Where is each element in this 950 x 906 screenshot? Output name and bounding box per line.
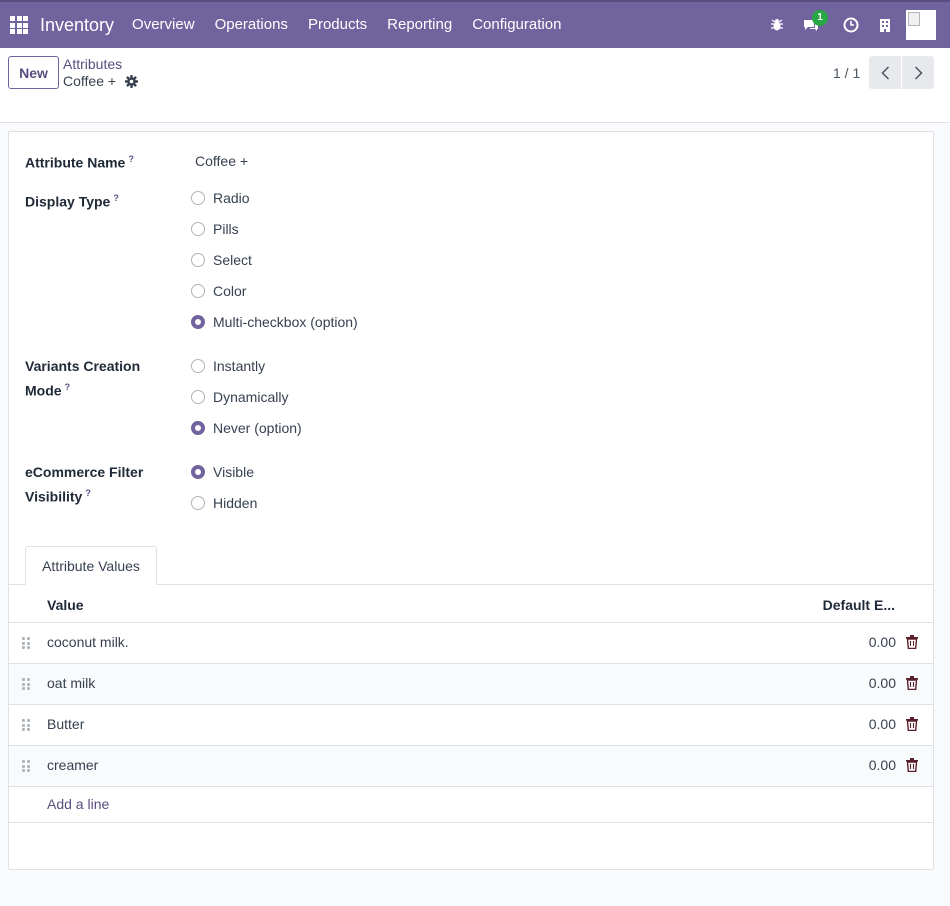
radio-button-selected[interactable] bbox=[191, 465, 205, 479]
help-tooltip-icon[interactable]: ? bbox=[65, 382, 71, 392]
breadcrumb-current-label: Coffee + bbox=[63, 73, 117, 89]
menu-overview[interactable]: Overview bbox=[122, 2, 205, 48]
radio-button-selected[interactable] bbox=[191, 421, 205, 435]
table-row[interactable]: creamer 0.00 bbox=[9, 746, 933, 787]
radio-label: Hidden bbox=[213, 495, 258, 511]
drag-handle-icon[interactable] bbox=[22, 678, 30, 690]
trash-icon[interactable] bbox=[906, 758, 918, 773]
radio-label: Visible bbox=[213, 464, 254, 480]
messages-icon[interactable]: 1 bbox=[794, 2, 828, 48]
display-type-pills[interactable]: Pills bbox=[191, 221, 239, 237]
radio-button-selected[interactable] bbox=[191, 315, 205, 329]
top-navbar: Inventory Overview Operations Products R… bbox=[0, 0, 950, 48]
trash-icon[interactable] bbox=[906, 676, 918, 691]
default-extra-cell[interactable]: 0.00 bbox=[869, 675, 896, 691]
variants-dynamically[interactable]: Dynamically bbox=[191, 389, 288, 405]
radio-button[interactable] bbox=[191, 253, 205, 267]
default-extra-cell[interactable]: 0.00 bbox=[869, 757, 896, 773]
radio-label: Never (option) bbox=[213, 420, 302, 436]
table-row[interactable]: Butter 0.00 bbox=[9, 705, 933, 746]
radio-button[interactable] bbox=[191, 496, 205, 510]
company-building-icon[interactable] bbox=[868, 2, 902, 48]
add-a-line-link[interactable]: Add a line bbox=[47, 796, 109, 812]
attribute-name-label: Attribute Name? bbox=[25, 154, 134, 171]
menu-operations[interactable]: Operations bbox=[205, 2, 298, 48]
message-count-badge: 1 bbox=[812, 10, 828, 26]
display-type-multi-checkbox[interactable]: Multi-checkbox (option) bbox=[191, 314, 358, 330]
attribute-name-field[interactable]: Coffee + bbox=[195, 153, 248, 169]
chevron-right-icon bbox=[914, 65, 923, 80]
value-cell[interactable]: Butter bbox=[47, 716, 84, 732]
menu-products[interactable]: Products bbox=[298, 2, 377, 48]
activity-clock-icon[interactable] bbox=[834, 2, 868, 48]
gear-icon[interactable] bbox=[125, 74, 139, 88]
radio-button[interactable] bbox=[191, 359, 205, 373]
variants-instantly[interactable]: Instantly bbox=[191, 358, 265, 374]
radio-label: Dynamically bbox=[213, 389, 289, 405]
ecommerce-filter-visibility-label: eCommerce Filter Visibility? bbox=[25, 464, 144, 505]
table-row[interactable]: oat milk 0.00 bbox=[9, 664, 933, 705]
radio-label: Color bbox=[213, 283, 247, 299]
help-tooltip-icon[interactable]: ? bbox=[113, 193, 119, 203]
radio-label: Pills bbox=[213, 221, 239, 237]
display-type-select[interactable]: Select bbox=[191, 252, 252, 268]
app-name[interactable]: Inventory bbox=[40, 15, 114, 36]
help-tooltip-icon[interactable]: ? bbox=[128, 154, 134, 164]
radio-button[interactable] bbox=[191, 222, 205, 236]
debug-bug-icon[interactable] bbox=[760, 2, 794, 48]
default-extra-cell[interactable]: 0.00 bbox=[869, 634, 896, 650]
column-header-value[interactable]: Value bbox=[47, 597, 84, 613]
default-extra-cell[interactable]: 0.00 bbox=[869, 716, 896, 732]
radio-button[interactable] bbox=[191, 191, 205, 205]
radio-button[interactable] bbox=[191, 284, 205, 298]
radio-label: Radio bbox=[213, 190, 250, 206]
ecommerce-hidden[interactable]: Hidden bbox=[191, 495, 257, 511]
table-row[interactable]: coconut milk. 0.00 bbox=[9, 623, 933, 664]
value-cell[interactable]: creamer bbox=[47, 757, 98, 773]
display-type-color[interactable]: Color bbox=[191, 283, 246, 299]
breadcrumb-current: Coffee + bbox=[63, 73, 139, 89]
menu-reporting[interactable]: Reporting bbox=[377, 2, 462, 48]
drag-handle-icon[interactable] bbox=[22, 637, 30, 649]
trash-icon[interactable] bbox=[906, 635, 918, 650]
radio-label: Instantly bbox=[213, 358, 266, 374]
column-header-default-extra[interactable]: Default E... bbox=[823, 597, 895, 613]
pager-value[interactable]: 1 / 1 bbox=[833, 65, 860, 81]
form-sheet: Attribute Name? Coffee + Display Type? R… bbox=[8, 131, 934, 870]
pager-next-button[interactable] bbox=[902, 56, 934, 89]
radio-button[interactable] bbox=[191, 390, 205, 404]
help-tooltip-icon[interactable]: ? bbox=[85, 488, 91, 498]
breadcrumb-attributes-link[interactable]: Attributes bbox=[63, 56, 122, 72]
new-button[interactable]: New bbox=[8, 56, 59, 89]
value-cell[interactable]: oat milk bbox=[47, 675, 95, 691]
display-type-radio[interactable]: Radio bbox=[191, 190, 250, 206]
menu-configuration[interactable]: Configuration bbox=[462, 2, 571, 48]
tab-attribute-values[interactable]: Attribute Values bbox=[25, 546, 157, 585]
variants-creation-mode-label: Variants Creation Mode? bbox=[25, 358, 141, 399]
display-type-label: Display Type? bbox=[25, 193, 119, 210]
control-panel: New Attributes Coffee + 1 / 1 bbox=[0, 48, 950, 123]
radio-label: Select bbox=[213, 252, 252, 268]
drag-handle-icon[interactable] bbox=[22, 719, 30, 731]
value-cell[interactable]: coconut milk. bbox=[47, 634, 129, 650]
variants-never[interactable]: Never (option) bbox=[191, 420, 302, 436]
pager-previous-button[interactable] bbox=[869, 56, 901, 89]
drag-handle-icon[interactable] bbox=[22, 760, 30, 772]
trash-icon[interactable] bbox=[906, 717, 918, 732]
user-avatar[interactable] bbox=[906, 10, 936, 40]
radio-label: Multi-checkbox (option) bbox=[213, 314, 358, 330]
ecommerce-visible[interactable]: Visible bbox=[191, 464, 254, 480]
apps-menu-icon[interactable] bbox=[0, 2, 38, 48]
chevron-left-icon bbox=[880, 65, 889, 80]
table-bottom-divider bbox=[9, 822, 933, 823]
